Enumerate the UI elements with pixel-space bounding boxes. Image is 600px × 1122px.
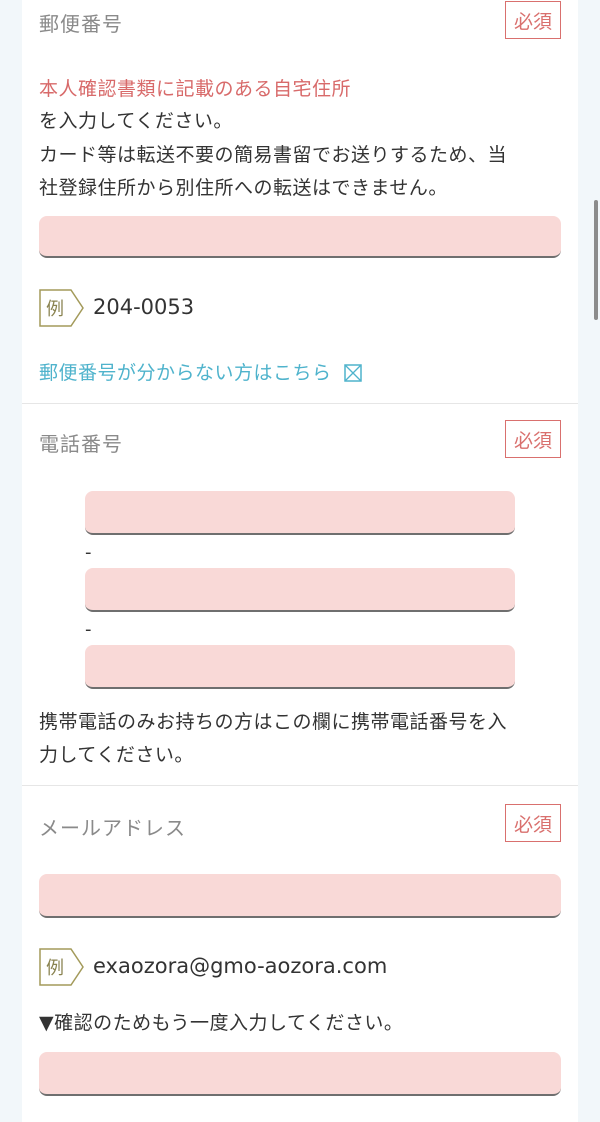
phone-note-line: 携帯電話のみお持ちの方はこの欄に携帯電話番号を入 [39, 711, 508, 733]
email-section: メールアドレス 必須 例 exaozora@gmo-aozora.com ▼確認… [22, 786, 578, 1122]
postal-code-input[interactable] [39, 216, 561, 258]
email-input[interactable] [39, 874, 561, 918]
email-confirm-note: ▼確認のためもう一度入力してください。 [39, 1012, 404, 1034]
postal-note-highlight: 本人確認書類に記載のある自宅住所 [39, 78, 352, 100]
example-tag-text: 例 [46, 299, 64, 320]
postal-note-line: を入力してください。 [39, 110, 233, 132]
scrollbar[interactable] [594, 200, 598, 320]
form-panel: 郵便番号 必須 本人確認書類に記載のある自宅住所 を入力してください。 カード等… [22, 0, 578, 1122]
email-example-value: exaozora@gmo-aozora.com [93, 954, 388, 978]
external-link-icon [344, 364, 362, 382]
postal-lookup-link[interactable]: 郵便番号が分からない方はこちら [39, 358, 362, 385]
required-badge: 必須 [505, 1, 561, 39]
phone-separator: - [85, 542, 92, 563]
required-badge: 必須 [505, 420, 561, 458]
postal-lookup-link-text: 郵便番号が分からない方はこちら [39, 362, 332, 384]
postal-label: 郵便番号 [39, 12, 123, 36]
phone-note-line: 力してください。 [39, 744, 194, 766]
example-tag: 例 [39, 948, 85, 986]
postal-section: 郵便番号 必須 本人確認書類に記載のある自宅住所 を入力してください。 カード等… [22, 0, 578, 403]
postal-note-line: 社登録住所から別住所への転送はできません。 [39, 177, 448, 199]
example-tag-icon: 例 [39, 289, 84, 327]
phone-input-area[interactable] [85, 491, 515, 535]
email-confirm-input[interactable] [39, 1052, 561, 1096]
email-label: メールアドレス [39, 816, 186, 840]
postal-note-line: カード等は転送不要の簡易書留でお送りするため、当 [39, 144, 508, 166]
example-tag: 例 [39, 289, 85, 327]
postal-example-value: 204-0053 [93, 295, 195, 319]
phone-input-number[interactable] [85, 645, 515, 689]
example-tag-icon: 例 [39, 948, 84, 986]
phone-separator: - [85, 619, 92, 640]
required-badge: 必須 [505, 804, 561, 842]
phone-input-exchange[interactable] [85, 568, 515, 612]
phone-section: 電話番号 必須 - - 携帯電話のみお持ちの方はこの欄に携帯電話番号を入 力して… [22, 404, 578, 785]
example-tag-text: 例 [46, 958, 64, 979]
phone-label: 電話番号 [39, 432, 123, 456]
